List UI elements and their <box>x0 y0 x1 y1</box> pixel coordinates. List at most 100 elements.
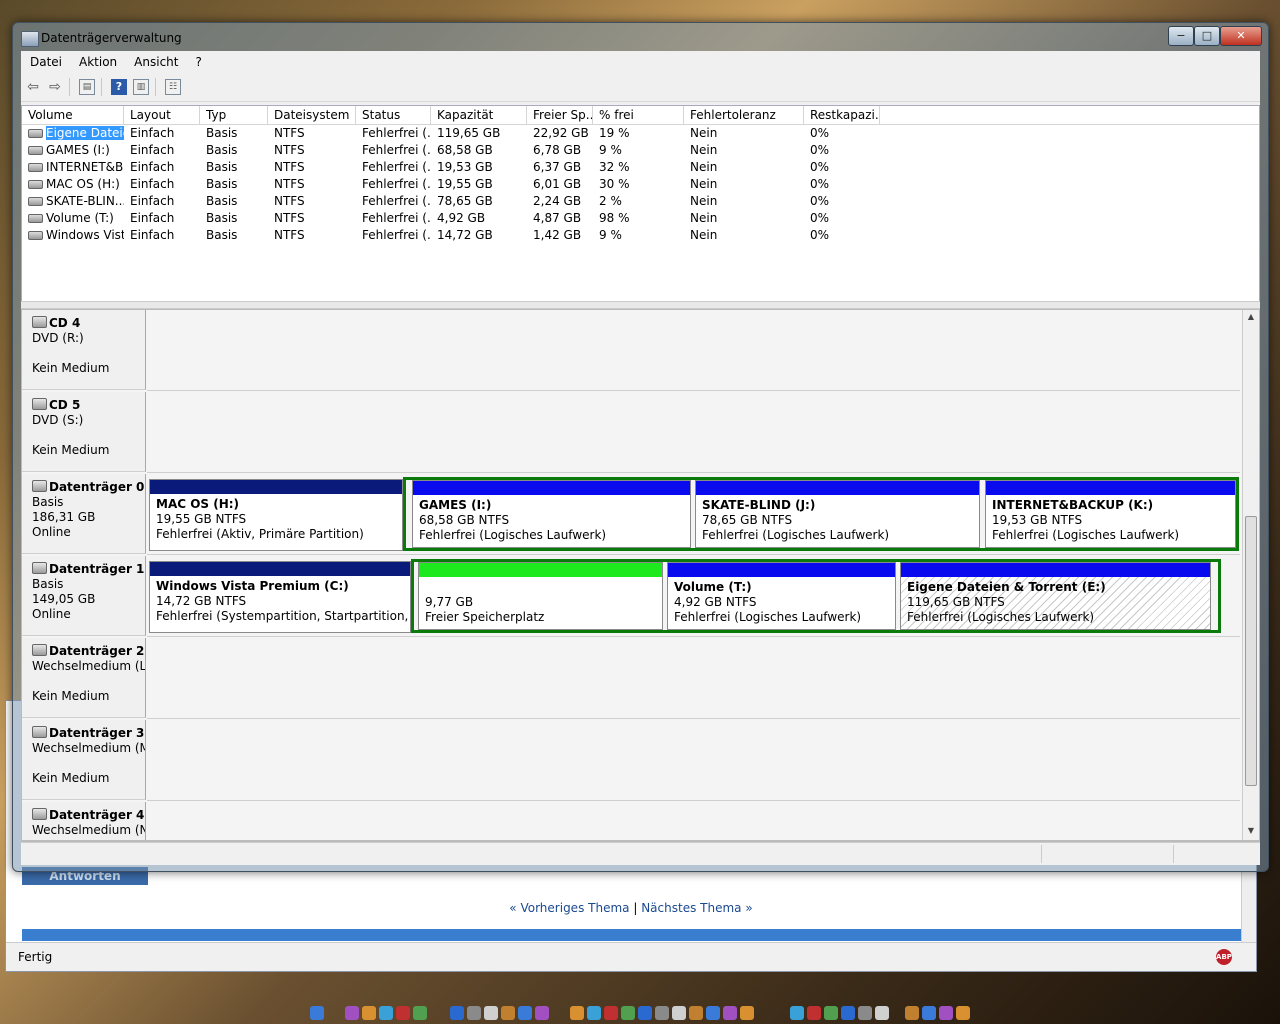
maximize-button[interactable]: □ <box>1194 26 1220 46</box>
taskbar-app-icon[interactable] <box>723 1006 737 1020</box>
disk-view-scrollbar[interactable]: ▲ ▼ <box>1242 310 1259 840</box>
volume-row[interactable]: SKATE-BLIN... Einfach Basis NTFS Fehlerfrei … <box>22 193 1259 210</box>
disk-name: Datenträger 2 <box>49 644 145 658</box>
volume-cell: NTFS <box>274 160 305 174</box>
taskbar-app-icon[interactable] <box>706 1006 720 1020</box>
col-restkapazitaet[interactable]: Restkapazi... <box>804 106 880 124</box>
volume-cell: Fehlerfrei (... <box>362 177 431 191</box>
taskbar-app-icon[interactable] <box>689 1006 703 1020</box>
col-volume[interactable]: Volume <box>22 106 124 124</box>
taskbar-app-icon[interactable] <box>939 1006 953 1020</box>
taskbar-app-icon[interactable] <box>905 1006 919 1020</box>
partition-title: Volume (T:) <box>674 580 752 594</box>
taskbar-app-icon[interactable] <box>413 1006 427 1020</box>
col-dateisystem[interactable]: Dateisystem <box>268 106 356 124</box>
scroll-up-icon[interactable]: ▲ <box>1243 312 1259 324</box>
adblock-icon[interactable]: ABP <box>1216 949 1232 965</box>
taskbar-app-icon[interactable] <box>484 1006 498 1020</box>
col-fehlertoleranz[interactable]: Fehlertoleranz <box>684 106 804 124</box>
taskbar-app-icon[interactable] <box>956 1006 970 1020</box>
volume-row[interactable]: Volume (T:) Einfach Basis NTFS Fehlerfrei (.… <box>22 210 1259 227</box>
partition-block[interactable]: Volume (T:) 4,92 GB NTFS Fehlerfrei (Logis… <box>667 562 896 630</box>
partition-block[interactable]: SKATE-BLIND (J:) 78,65 GB NTFS Fehlerfrei … <box>695 480 980 548</box>
disk-name-line: Datenträger 2 <box>32 644 145 659</box>
partition-block[interactable]: Eigene Dateien & Torrent (E:) 119,65 GB N… <box>900 562 1211 630</box>
pane-splitter[interactable] <box>21 301 1260 309</box>
partition-block[interactable]: INTERNET&BACKUP (K:) 19,53 GB NTFS Fehlerf… <box>985 480 1236 548</box>
taskbar-app-icon[interactable] <box>807 1006 821 1020</box>
scroll-thumb[interactable] <box>1245 516 1257 786</box>
taskbar-app-icon[interactable] <box>638 1006 652 1020</box>
partition-block[interactable]: MAC OS (H:) 19,55 GB NTFS Fehlerfrei (Akti… <box>149 479 403 551</box>
previous-topic-link[interactable]: Vorheriges Thema <box>520 901 629 915</box>
volume-cell: NTFS <box>274 194 305 208</box>
menu-ansicht[interactable]: Ansicht <box>125 51 186 69</box>
taskbar-app-icon[interactable] <box>824 1006 838 1020</box>
show-pane-icon[interactable]: ▥ <box>133 79 149 95</box>
forward-icon[interactable]: ⇨ <box>47 79 63 95</box>
menu-help[interactable]: ? <box>186 51 209 69</box>
taskbar-app-icon[interactable] <box>379 1006 393 1020</box>
taskbar-app-icon[interactable] <box>655 1006 669 1020</box>
volume-row[interactable]: Eigene Dateie... Einfach Basis NTFS Fehlerfr… <box>22 125 1259 142</box>
back-icon[interactable]: ⇦ <box>25 79 41 95</box>
disk-label[interactable]: Datenträger 4 Wechselmedium (N <box>22 802 146 840</box>
disk-label[interactable]: Datenträger 2 Wechselmedium (L:) Kein Medi… <box>22 638 146 718</box>
volume-row[interactable]: INTERNET&B... Einfach Basis NTFS Fehlerfrei … <box>22 159 1259 176</box>
col-layout[interactable]: Layout <box>124 106 200 124</box>
taskbar-app-icon[interactable] <box>604 1006 618 1020</box>
taskbar-app-icon[interactable] <box>396 1006 410 1020</box>
col-status[interactable]: Status <box>356 106 431 124</box>
col-freier-speicher[interactable]: Freier Sp... <box>527 106 593 124</box>
taskbar-app-icon[interactable] <box>518 1006 532 1020</box>
next-topic-link[interactable]: Nächstes Thema <box>641 901 741 915</box>
taskbar-app-icon[interactable] <box>790 1006 804 1020</box>
disk-label[interactable]: Datenträger 1 Basis 149,05 GB Online <box>22 556 146 636</box>
taskbar-app-icon[interactable] <box>570 1006 584 1020</box>
disk-row: Datenträger 3 Wechselmedium (M Kein Medium <box>22 720 1240 802</box>
menu-datei[interactable]: Datei <box>21 51 70 69</box>
menu-aktion[interactable]: Aktion <box>70 51 125 69</box>
volume-row[interactable]: MAC OS (H:) Einfach Basis NTFS Fehlerfrei (.… <box>22 176 1259 193</box>
col-typ[interactable]: Typ <box>200 106 268 124</box>
disk-info: Wechselmedium (N <box>32 823 146 837</box>
scroll-down-icon[interactable]: ▼ <box>1243 826 1259 838</box>
volume-row[interactable]: Windows Vist... Einfach Basis NTFS Fehlerfre… <box>22 227 1259 244</box>
partition-block[interactable]: Windows Vista Premium (C:) 14,72 GB NTFS F… <box>149 561 411 633</box>
col-prozent-frei[interactable]: % frei <box>593 106 684 124</box>
volume-row[interactable]: GAMES (I:) Einfach Basis NTFS Fehlerfrei (..… <box>22 142 1259 159</box>
taskbar-app-icon[interactable] <box>672 1006 686 1020</box>
col-kapazitaet[interactable]: Kapazität <box>431 106 527 124</box>
console-tree-icon[interactable]: ▤ <box>79 79 95 95</box>
taskbar-app-icon[interactable] <box>858 1006 872 1020</box>
taskbar-app-icon[interactable] <box>740 1006 754 1020</box>
disk-label[interactable]: Datenträger 3 Wechselmedium (M Kein Medium <box>22 720 146 800</box>
taskbar-app-icon[interactable] <box>310 1006 324 1020</box>
taskbar-app-icon[interactable] <box>535 1006 549 1020</box>
minimize-button[interactable]: − <box>1168 26 1194 46</box>
taskbar-app-icon[interactable] <box>841 1006 855 1020</box>
close-button[interactable]: ✕ <box>1220 26 1262 46</box>
partition-block[interactable]: GAMES (I:) 68,58 GB NTFS Fehlerfrei (Logis… <box>412 480 691 548</box>
title-bar[interactable]: Datenträgerverwaltung − □ ✕ <box>13 23 1268 51</box>
free-space-block[interactable]: 9,77 GB Freier Speicherplatz <box>418 562 663 630</box>
taskbar-app-icon[interactable] <box>621 1006 635 1020</box>
volume-list[interactable]: Volume Layout Typ Dateisystem Status Kap… <box>21 105 1260 303</box>
taskbar-app-icon[interactable] <box>922 1006 936 1020</box>
taskbar-app-icon[interactable] <box>345 1006 359 1020</box>
taskbar-app-icon[interactable] <box>362 1006 376 1020</box>
disk-label[interactable]: Datenträger 0 Basis 186,31 GB Online <box>22 474 146 554</box>
taskbar-app-icon[interactable] <box>450 1006 464 1020</box>
browser-scrollbar[interactable] <box>1241 871 1256 943</box>
taskbar-app-icon[interactable] <box>501 1006 515 1020</box>
volume-cell: 19 % <box>599 126 630 140</box>
properties-icon[interactable]: ☷ <box>165 79 181 95</box>
partition-details: 9,77 GB Freier Speicherplatz <box>419 577 662 625</box>
forum-footer-bar <box>22 929 1246 941</box>
help-icon[interactable]: ? <box>111 79 127 95</box>
disk-label[interactable]: CD 4 DVD (R:) Kein Medium <box>22 310 146 390</box>
taskbar-app-icon[interactable] <box>587 1006 601 1020</box>
disk-label[interactable]: CD 5 DVD (S:) Kein Medium <box>22 392 146 472</box>
taskbar-app-icon[interactable] <box>875 1006 889 1020</box>
taskbar-app-icon[interactable] <box>467 1006 481 1020</box>
